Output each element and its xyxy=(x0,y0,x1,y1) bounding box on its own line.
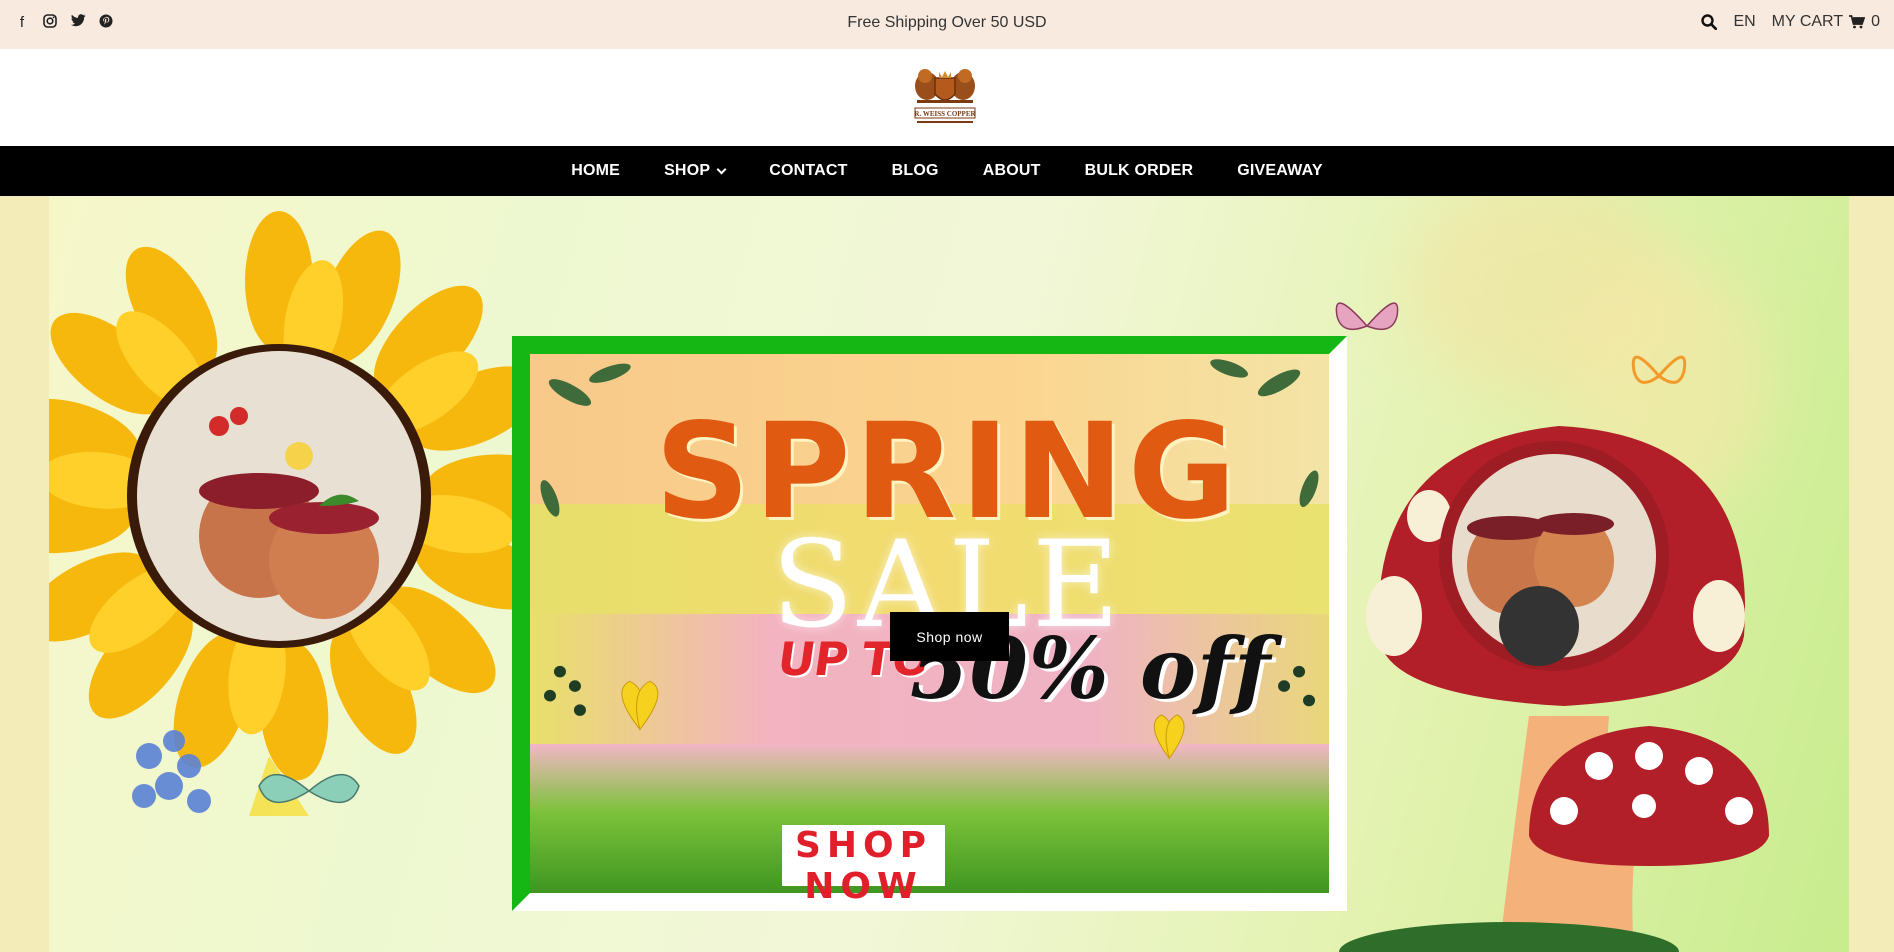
nav-shop-label: SHOP xyxy=(664,162,711,179)
cart-icon xyxy=(1849,15,1866,29)
logo-header: R. WEISS COPPER xyxy=(0,49,1894,146)
sunflower-image xyxy=(49,211,519,816)
butterfly-outline-icon xyxy=(1631,355,1687,384)
nav-giveaway-label: GIVEAWAY xyxy=(1237,162,1323,179)
mushroom-image xyxy=(1339,426,1769,952)
nav-home[interactable]: HOME xyxy=(549,162,642,180)
nav-bulk-order[interactable]: BULK ORDER xyxy=(1063,162,1216,180)
cart-label: MY CART xyxy=(1771,13,1844,30)
nav-blog-label: BLOG xyxy=(891,162,939,179)
cart-link[interactable]: MY CART 0 xyxy=(1772,13,1880,31)
nav-about[interactable]: ABOUT xyxy=(961,162,1063,180)
nav-about-label: ABOUT xyxy=(982,162,1041,179)
announcement-bar: f Free Shipping Over 50 USD EN MY CART 0 xyxy=(0,0,1894,49)
nav-blog[interactable]: BLOG xyxy=(870,162,961,180)
nav-shop[interactable]: SHOP xyxy=(642,162,747,180)
shop-now-banner-button[interactable]: SHOP NOW xyxy=(782,825,945,907)
nav-giveaway[interactable]: GIVEAWAY xyxy=(1215,162,1344,180)
chevron-down-icon xyxy=(716,164,727,174)
nav-contact[interactable]: CONTACT xyxy=(747,162,869,180)
logo-text: R. WEISS COPPER xyxy=(914,110,976,118)
hero-banner[interactable]: SPRING SALE UP TO 50% off xyxy=(49,196,1849,952)
nav-bulk-order-label: BULK ORDER xyxy=(1084,162,1194,179)
announcement-text: Free Shipping Over 50 USD xyxy=(847,14,1047,31)
butterfly-icon xyxy=(1335,302,1399,331)
main-nav: HOME SHOP CONTACT BLOG ABOUT BULK ORDER … xyxy=(0,146,1894,196)
search-button[interactable] xyxy=(1701,14,1718,30)
nav-contact-label: CONTACT xyxy=(769,162,848,179)
brand-logo[interactable]: R. WEISS COPPER xyxy=(905,64,985,130)
nav-home-label: HOME xyxy=(571,162,621,179)
cart-count: 0 xyxy=(1871,13,1880,30)
search-icon xyxy=(1701,14,1718,30)
header-utilities: EN MY CART 0 xyxy=(1701,13,1880,31)
shop-now-button[interactable]: Shop now xyxy=(890,612,1009,661)
language-selector[interactable]: EN xyxy=(1733,13,1755,31)
